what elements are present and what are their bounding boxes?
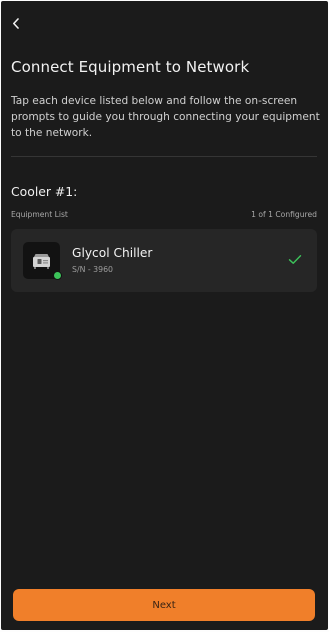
equipment-list-header: Equipment List 1 of 1 Configured — [11, 210, 317, 219]
page-title: Connect Equipment to Network — [11, 58, 250, 76]
device-thumbnail — [23, 242, 62, 280]
equipment-list-label: Equipment List — [11, 210, 68, 219]
online-status-dot — [53, 271, 62, 280]
device-card-glycol-chiller[interactable]: Glycol Chiller S/N - 3960 — [11, 229, 317, 292]
configured-count: 1 of 1 Configured — [251, 210, 317, 219]
instructions-text: Tap each device listed below and follow … — [11, 95, 320, 139]
chevron-left-icon — [13, 17, 19, 29]
check-icon — [288, 255, 302, 264]
cooler-title: Cooler #1: — [11, 184, 78, 199]
app-screen: Connect Equipment to Network Tap each de… — [1, 1, 328, 630]
back-button[interactable] — [7, 13, 25, 33]
device-name: Glycol Chiller — [72, 246, 153, 260]
chiller-unit-icon — [33, 254, 50, 269]
device-serial: S/N - 3960 — [72, 265, 114, 274]
next-button[interactable]: Next — [13, 589, 315, 621]
divider — [11, 156, 317, 157]
